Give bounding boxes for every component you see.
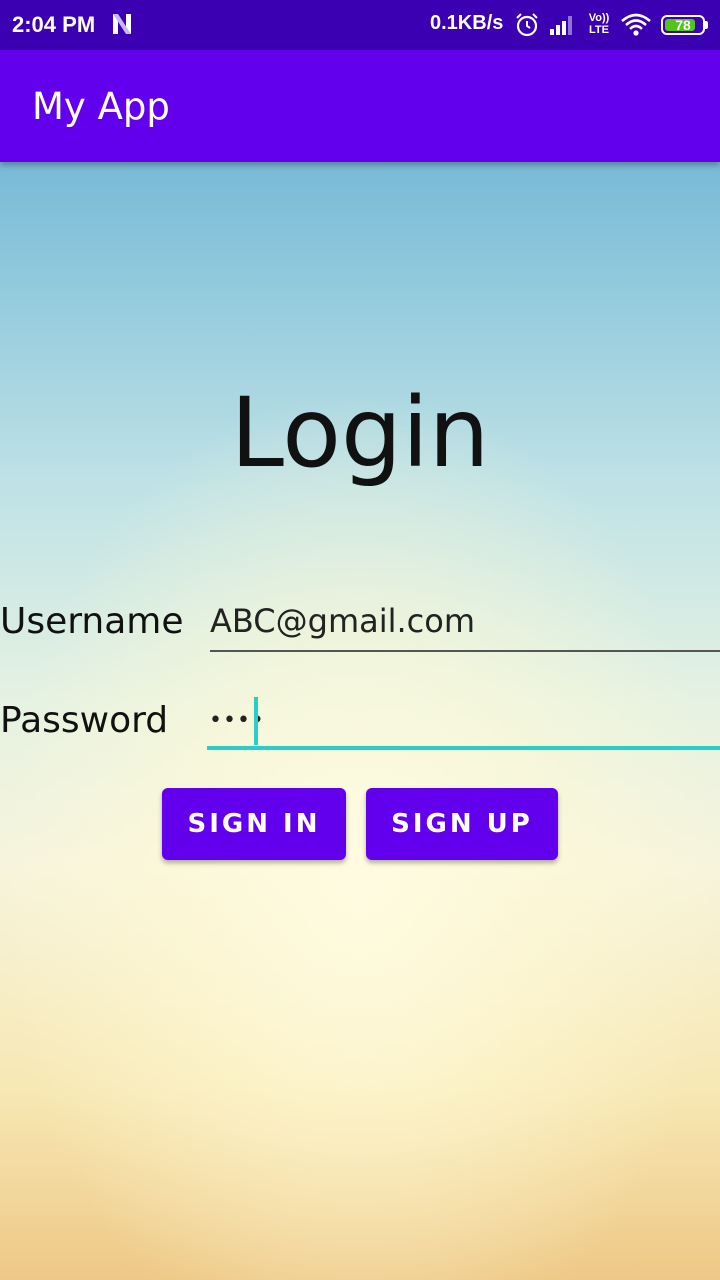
status-time: 2:04 PM xyxy=(12,12,96,37)
text-cursor xyxy=(254,697,258,745)
password-label: Password xyxy=(0,700,169,741)
volte-line2: LTE xyxy=(589,24,609,36)
volte-icon: Vo)) LTE xyxy=(586,12,612,36)
status-bar: 2:04 PM 0.1KB/s Vo)) LTE 78 xyxy=(0,0,720,50)
sign-in-button[interactable]: SIGN IN xyxy=(162,788,346,860)
login-title: Login xyxy=(230,377,490,489)
signal-icon xyxy=(550,16,572,35)
app-bar: My App xyxy=(0,50,720,162)
sign-up-button[interactable]: SIGN UP xyxy=(366,788,558,860)
username-input[interactable] xyxy=(210,592,720,652)
network-speed: 0.1KB/s xyxy=(430,12,504,34)
battery-tip xyxy=(705,21,708,29)
login-screen: 2:04 PM 0.1KB/s Vo)) LTE 78 My App Login… xyxy=(0,0,720,1280)
battery-level: 78 xyxy=(675,17,691,33)
alarm-icon xyxy=(516,13,538,37)
volte-line1: Vo)) xyxy=(588,12,610,24)
wifi-icon xyxy=(621,13,651,36)
password-input[interactable] xyxy=(207,690,720,750)
netflix-n-icon xyxy=(113,14,131,34)
app-title: My App xyxy=(32,85,170,128)
username-label: Username xyxy=(0,601,184,642)
